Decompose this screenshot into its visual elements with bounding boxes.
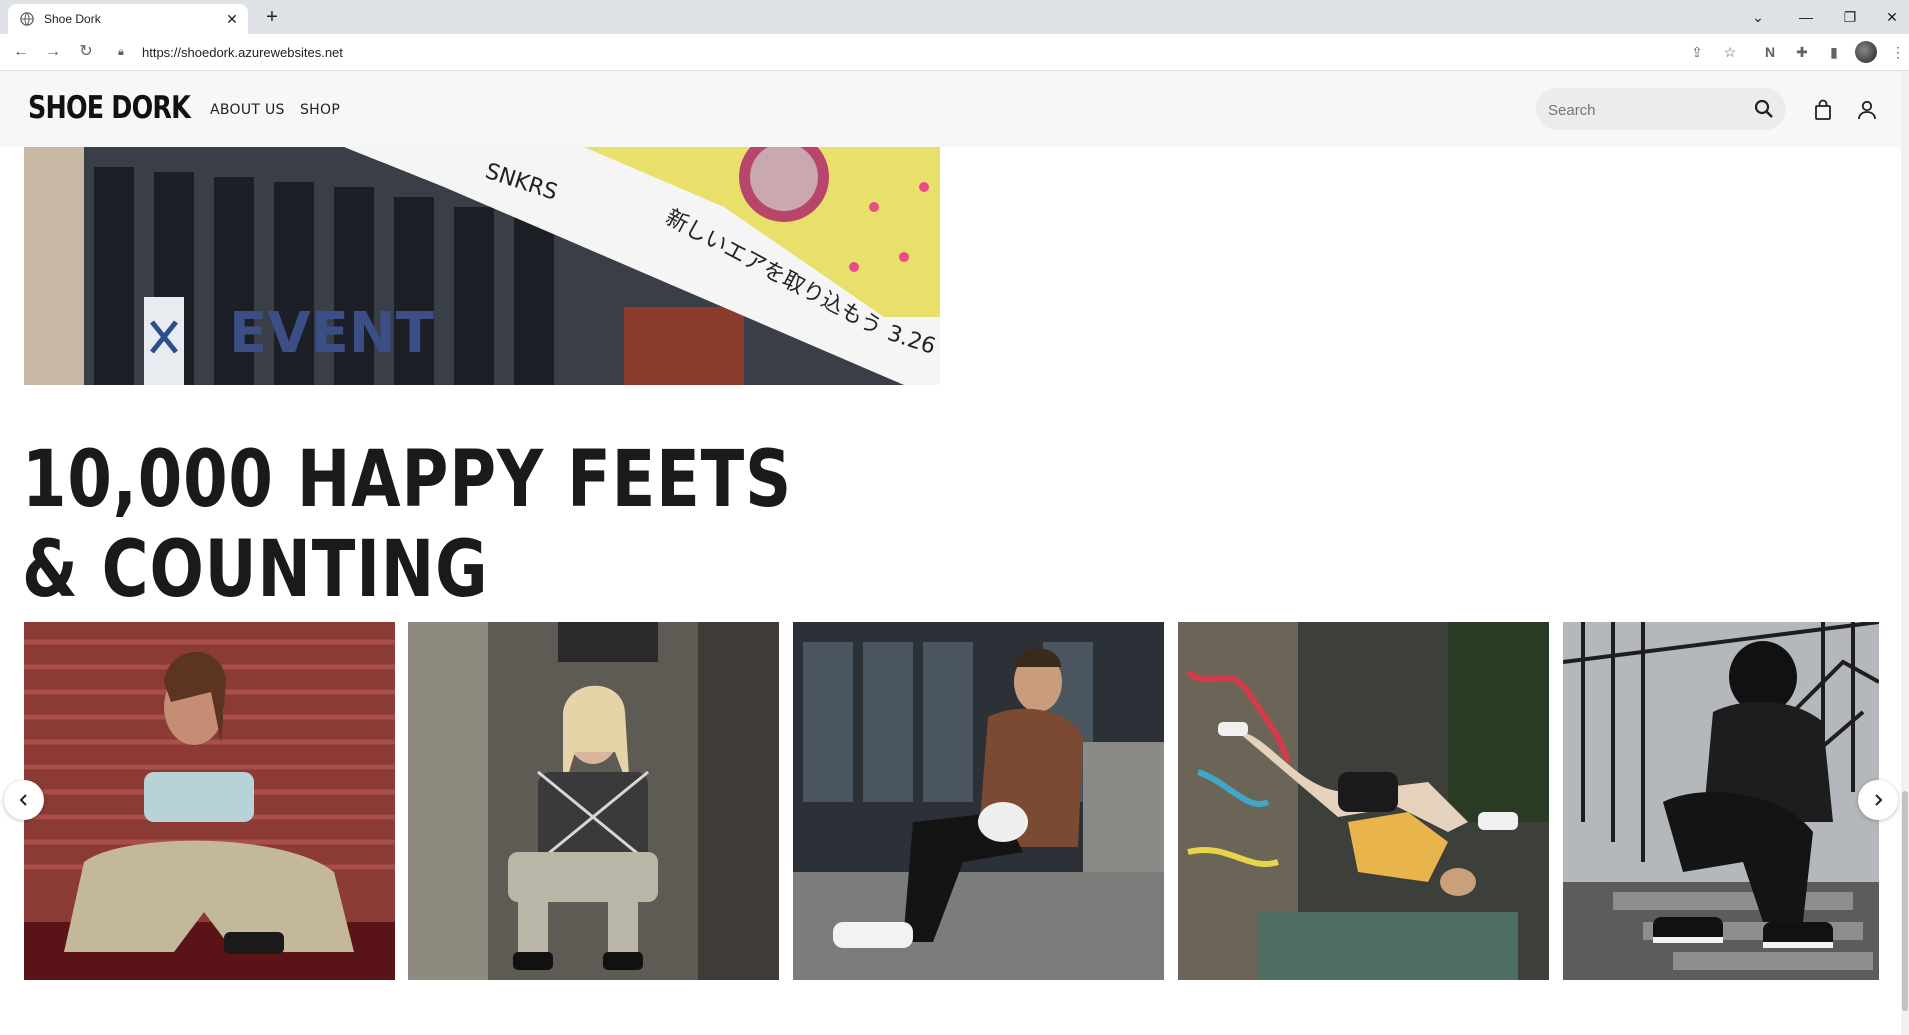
profile-avatar[interactable] (1855, 41, 1877, 63)
section-heading: 10,000 HAPPY FEETS & COUNTING (22, 435, 792, 615)
carousel-slide-2[interactable] (408, 622, 779, 980)
chevron-left-icon (19, 794, 27, 806)
browser-toolbar: ← → ↻ 🔒︎ https://shoedork.azurewebsites.… (0, 34, 1909, 71)
page-scrollbar[interactable] (1901, 71, 1909, 1035)
carousel-prev-button[interactable] (4, 780, 44, 820)
tab-search-icon[interactable]: ⌄ (1738, 4, 1778, 30)
heading-line-2: & COUNTING (22, 525, 489, 615)
heading-line-1: 10,000 HAPPY FEETS (22, 435, 792, 525)
search-input[interactable] (1546, 88, 1750, 132)
reload-icon[interactable]: ↻ (76, 42, 96, 62)
hero-image: EVENT SNKRS 新しいエアを取り込もう 3.26 (24, 147, 940, 385)
chevron-right-icon (1875, 794, 1883, 806)
user-account-icon[interactable] (1856, 99, 1878, 121)
star-icon[interactable]: ☆ (1720, 42, 1740, 62)
share-icon[interactable]: ⇪ (1687, 42, 1707, 62)
shopping-bag-icon[interactable] (1812, 99, 1834, 121)
sidepanel-icon[interactable]: ▮ (1824, 42, 1844, 62)
url-text: https://shoedork.azurewebsites.net (142, 44, 343, 60)
restore-icon[interactable]: ❐ (1830, 4, 1870, 30)
tab-title: Shoe Dork (44, 12, 101, 26)
globe-icon (20, 12, 34, 26)
carousel-slide-3[interactable] (793, 622, 1164, 980)
lock-icon: 🔒︎ (118, 45, 124, 58)
menu-icon[interactable]: ⋮ (1888, 42, 1908, 62)
carousel-slide-5[interactable] (1563, 622, 1879, 980)
nav-shop[interactable]: SHOP (300, 102, 340, 118)
notion-extension-icon[interactable]: N (1760, 42, 1780, 62)
nav-about-us[interactable]: ABOUT US (210, 102, 285, 118)
carousel-next-button[interactable] (1858, 780, 1898, 820)
extensions-icon[interactable]: ✚ (1792, 42, 1812, 62)
back-icon[interactable]: ← (11, 42, 31, 62)
close-tab-icon[interactable]: ✕ (224, 11, 240, 27)
close-window-icon[interactable]: ✕ (1872, 4, 1909, 30)
search-box (1536, 88, 1786, 132)
address-bar[interactable]: 🔒︎ https://shoedork.azurewebsites.net (110, 38, 1710, 66)
forward-icon[interactable]: → (43, 42, 63, 62)
browser-tab[interactable]: Shoe Dork ✕ (8, 4, 248, 34)
building-event-text: EVENT (229, 301, 434, 366)
site-header: SHOE DORK ABOUT US SHOP (0, 71, 1909, 147)
minimize-icon[interactable]: — (1786, 4, 1826, 30)
scrollbar-thumb[interactable] (1902, 791, 1908, 1011)
carousel-slide-4[interactable] (1178, 622, 1549, 980)
site-logo[interactable]: SHOE DORK (28, 90, 191, 126)
search-icon[interactable] (1754, 99, 1774, 119)
photo-carousel (24, 622, 1879, 980)
browser-tabstrip: Shoe Dork ✕ + ⌄ — ❐ ✕ (0, 0, 1909, 34)
carousel-slide-1[interactable] (24, 622, 395, 980)
new-tab-button[interactable]: + (260, 6, 284, 30)
